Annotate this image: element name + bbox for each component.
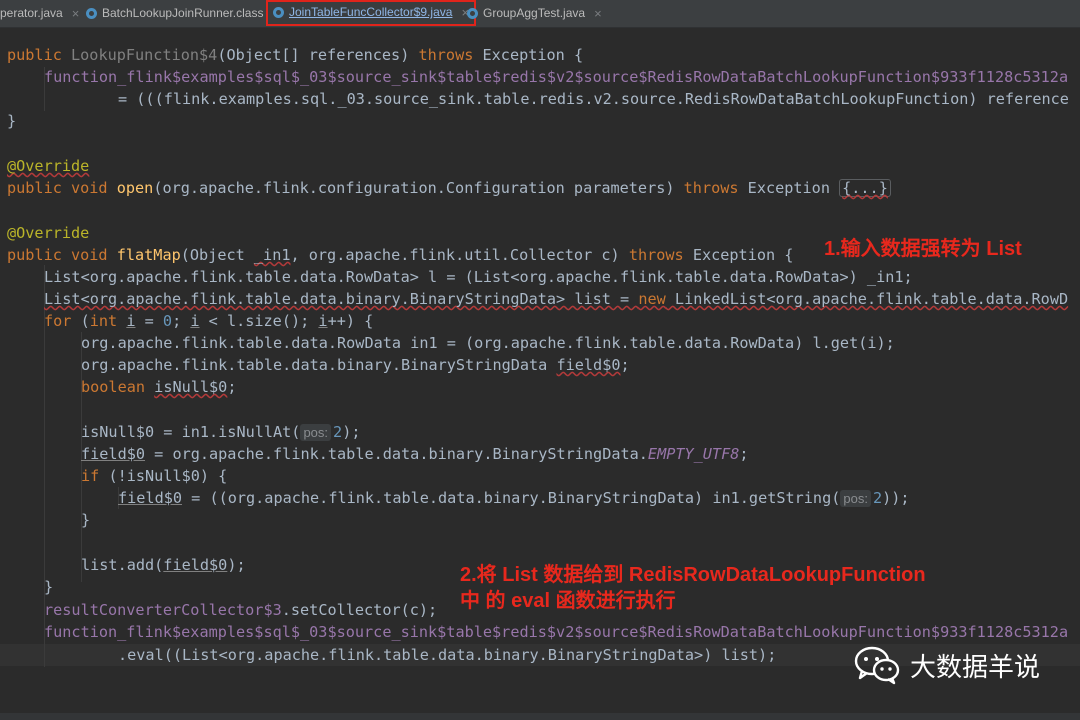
parameter-hint: pos: (300, 424, 332, 441)
code-line: @Override (7, 157, 90, 175)
tab-label: GroupAggTest.java (483, 6, 586, 20)
watermark: 大数据羊说 (854, 645, 1040, 685)
class-file-icon (273, 6, 284, 18)
class-file-icon (86, 7, 97, 19)
code-line: List<org.apache.flink.table.data.RowData… (44, 268, 913, 286)
code-line: } (7, 112, 17, 130)
class-file-icon (467, 7, 478, 19)
folded-code-region[interactable]: {...} (839, 179, 891, 197)
wechat-icon (854, 646, 900, 685)
tab-label: BatchLookupJoinRunner.class (102, 6, 264, 20)
tab-operator-java[interactable]: perator.java × (0, 0, 79, 26)
code-line: org.apache.flink.table.data.RowData in1 … (81, 334, 895, 352)
watermark-text: 大数据羊说 (910, 651, 1041, 682)
editor-tab-bar: perator.java × BatchLookupJoinRunner.cla… (0, 0, 1080, 28)
code-line: isNull$0 = in1.isNullAt(pos: 2); (81, 423, 361, 441)
tab-group-agg-test[interactable]: GroupAggTest.java × (467, 0, 602, 26)
code-editor[interactable]: public LookupFunction$4(Object[] referen… (0, 27, 1080, 720)
annotation-note-1: 1.输入数据强转为 List (824, 238, 1022, 260)
parameter-hint: pos: (840, 490, 871, 507)
code-line: } (81, 511, 91, 529)
close-icon[interactable]: × (594, 6, 602, 21)
code-line: list.add(field$0); (81, 556, 246, 574)
code-line: List<org.apache.flink.table.data.binary.… (44, 290, 1069, 308)
code-line: resultConverterCollector$3.setCollector(… (44, 601, 438, 619)
code-line: org.apache.flink.table.data.binary.Binar… (81, 356, 630, 374)
horizontal-scrollbar[interactable] (0, 713, 1080, 720)
code-line: field$0 = org.apache.flink.table.data.bi… (81, 445, 749, 463)
code-line: } (44, 578, 54, 596)
code-line: field$0 = ((org.apache.flink.table.data.… (118, 489, 910, 507)
code-line: function_flink$examples$sql$_03$source_s… (44, 68, 1069, 86)
tab-join-table-func-collector[interactable]: JoinTableFuncCollector$9.java × (266, 0, 477, 26)
code-line: .eval((List<org.apache.flink.table.data.… (118, 646, 777, 664)
code-line: = (((flink.examples.sql._03.source_sink.… (118, 90, 1069, 108)
code-line: boolean isNull$0; (81, 378, 237, 396)
code-line: if (!isNull$0) { (81, 467, 228, 485)
code-line: @Override (7, 224, 90, 242)
tab-batch-lookup-join-runner[interactable]: BatchLookupJoinRunner.class × (86, 0, 280, 26)
code-line: function_flink$examples$sql$_03$source_s… (44, 623, 1069, 641)
tab-label: JoinTableFuncCollector$9.java (289, 5, 453, 19)
tab-label: perator.java (0, 6, 63, 20)
code-line: public void flatMap(Object _in1, org.apa… (7, 246, 794, 264)
code-line: for (int i = 0; i < l.size(); i++) { (44, 312, 374, 330)
annotation-note-2: 2.将 List 数据给到 RedisRowDataLookupFunction… (460, 564, 926, 612)
close-icon[interactable]: × (72, 6, 80, 21)
code-line: public void open(org.apache.flink.config… (7, 177, 891, 199)
code-line: public LookupFunction$4(Object[] referen… (7, 46, 584, 64)
